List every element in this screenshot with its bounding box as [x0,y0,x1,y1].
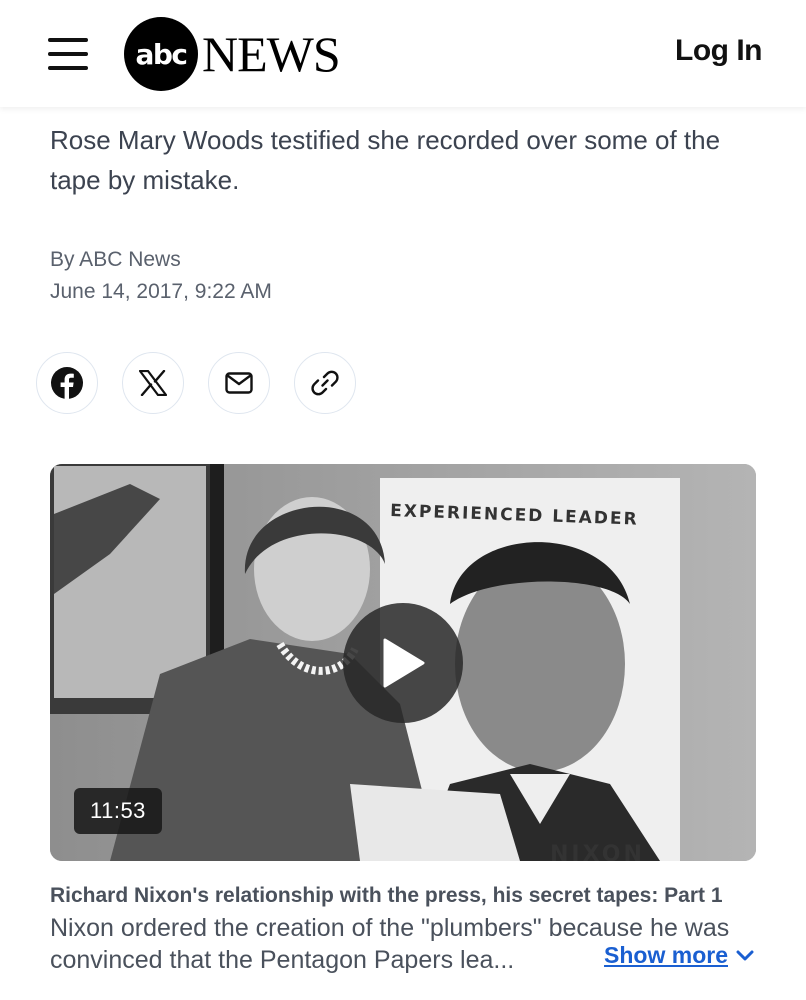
play-icon [383,638,425,688]
site-header: abc NEWS Log In [0,0,806,107]
byline-author[interactable]: By ABC News [50,244,272,276]
copy-link-button[interactable] [294,352,356,414]
email-share-button[interactable] [208,352,270,414]
article-date: June 14, 2017, 9:22 AM [50,280,272,303]
x-icon [139,370,167,396]
video-player[interactable]: EXPERIENCED LEADER NIXON 11:53 [50,464,756,861]
poster-name-text: NIXON [550,842,645,861]
show-more-label: Show more [604,942,728,968]
chevron-down-icon [736,950,754,960]
byline-block: By ABC News June 14, 2017, 9:22 AM [50,244,272,308]
news-wordmark: NEWS [202,26,341,82]
show-more-button[interactable]: Show more [592,942,754,969]
abc-logo-mark: abc [124,17,198,91]
x-share-button[interactable] [122,352,184,414]
login-button[interactable]: Log In [675,34,762,68]
abc-news-logo[interactable]: abc NEWS [124,17,341,91]
facebook-share-button[interactable] [36,352,98,414]
article-subheadline: Rose Mary Woods testified she recorded o… [50,125,721,195]
share-buttons [36,352,356,414]
video-duration-badge: 11:53 [74,788,162,834]
video-caption-title: Richard Nixon's relationship with the pr… [50,884,723,907]
email-icon [225,372,253,394]
hamburger-menu-icon[interactable] [48,38,88,70]
play-button[interactable] [343,603,463,723]
facebook-icon [51,367,83,399]
link-icon [311,370,339,396]
